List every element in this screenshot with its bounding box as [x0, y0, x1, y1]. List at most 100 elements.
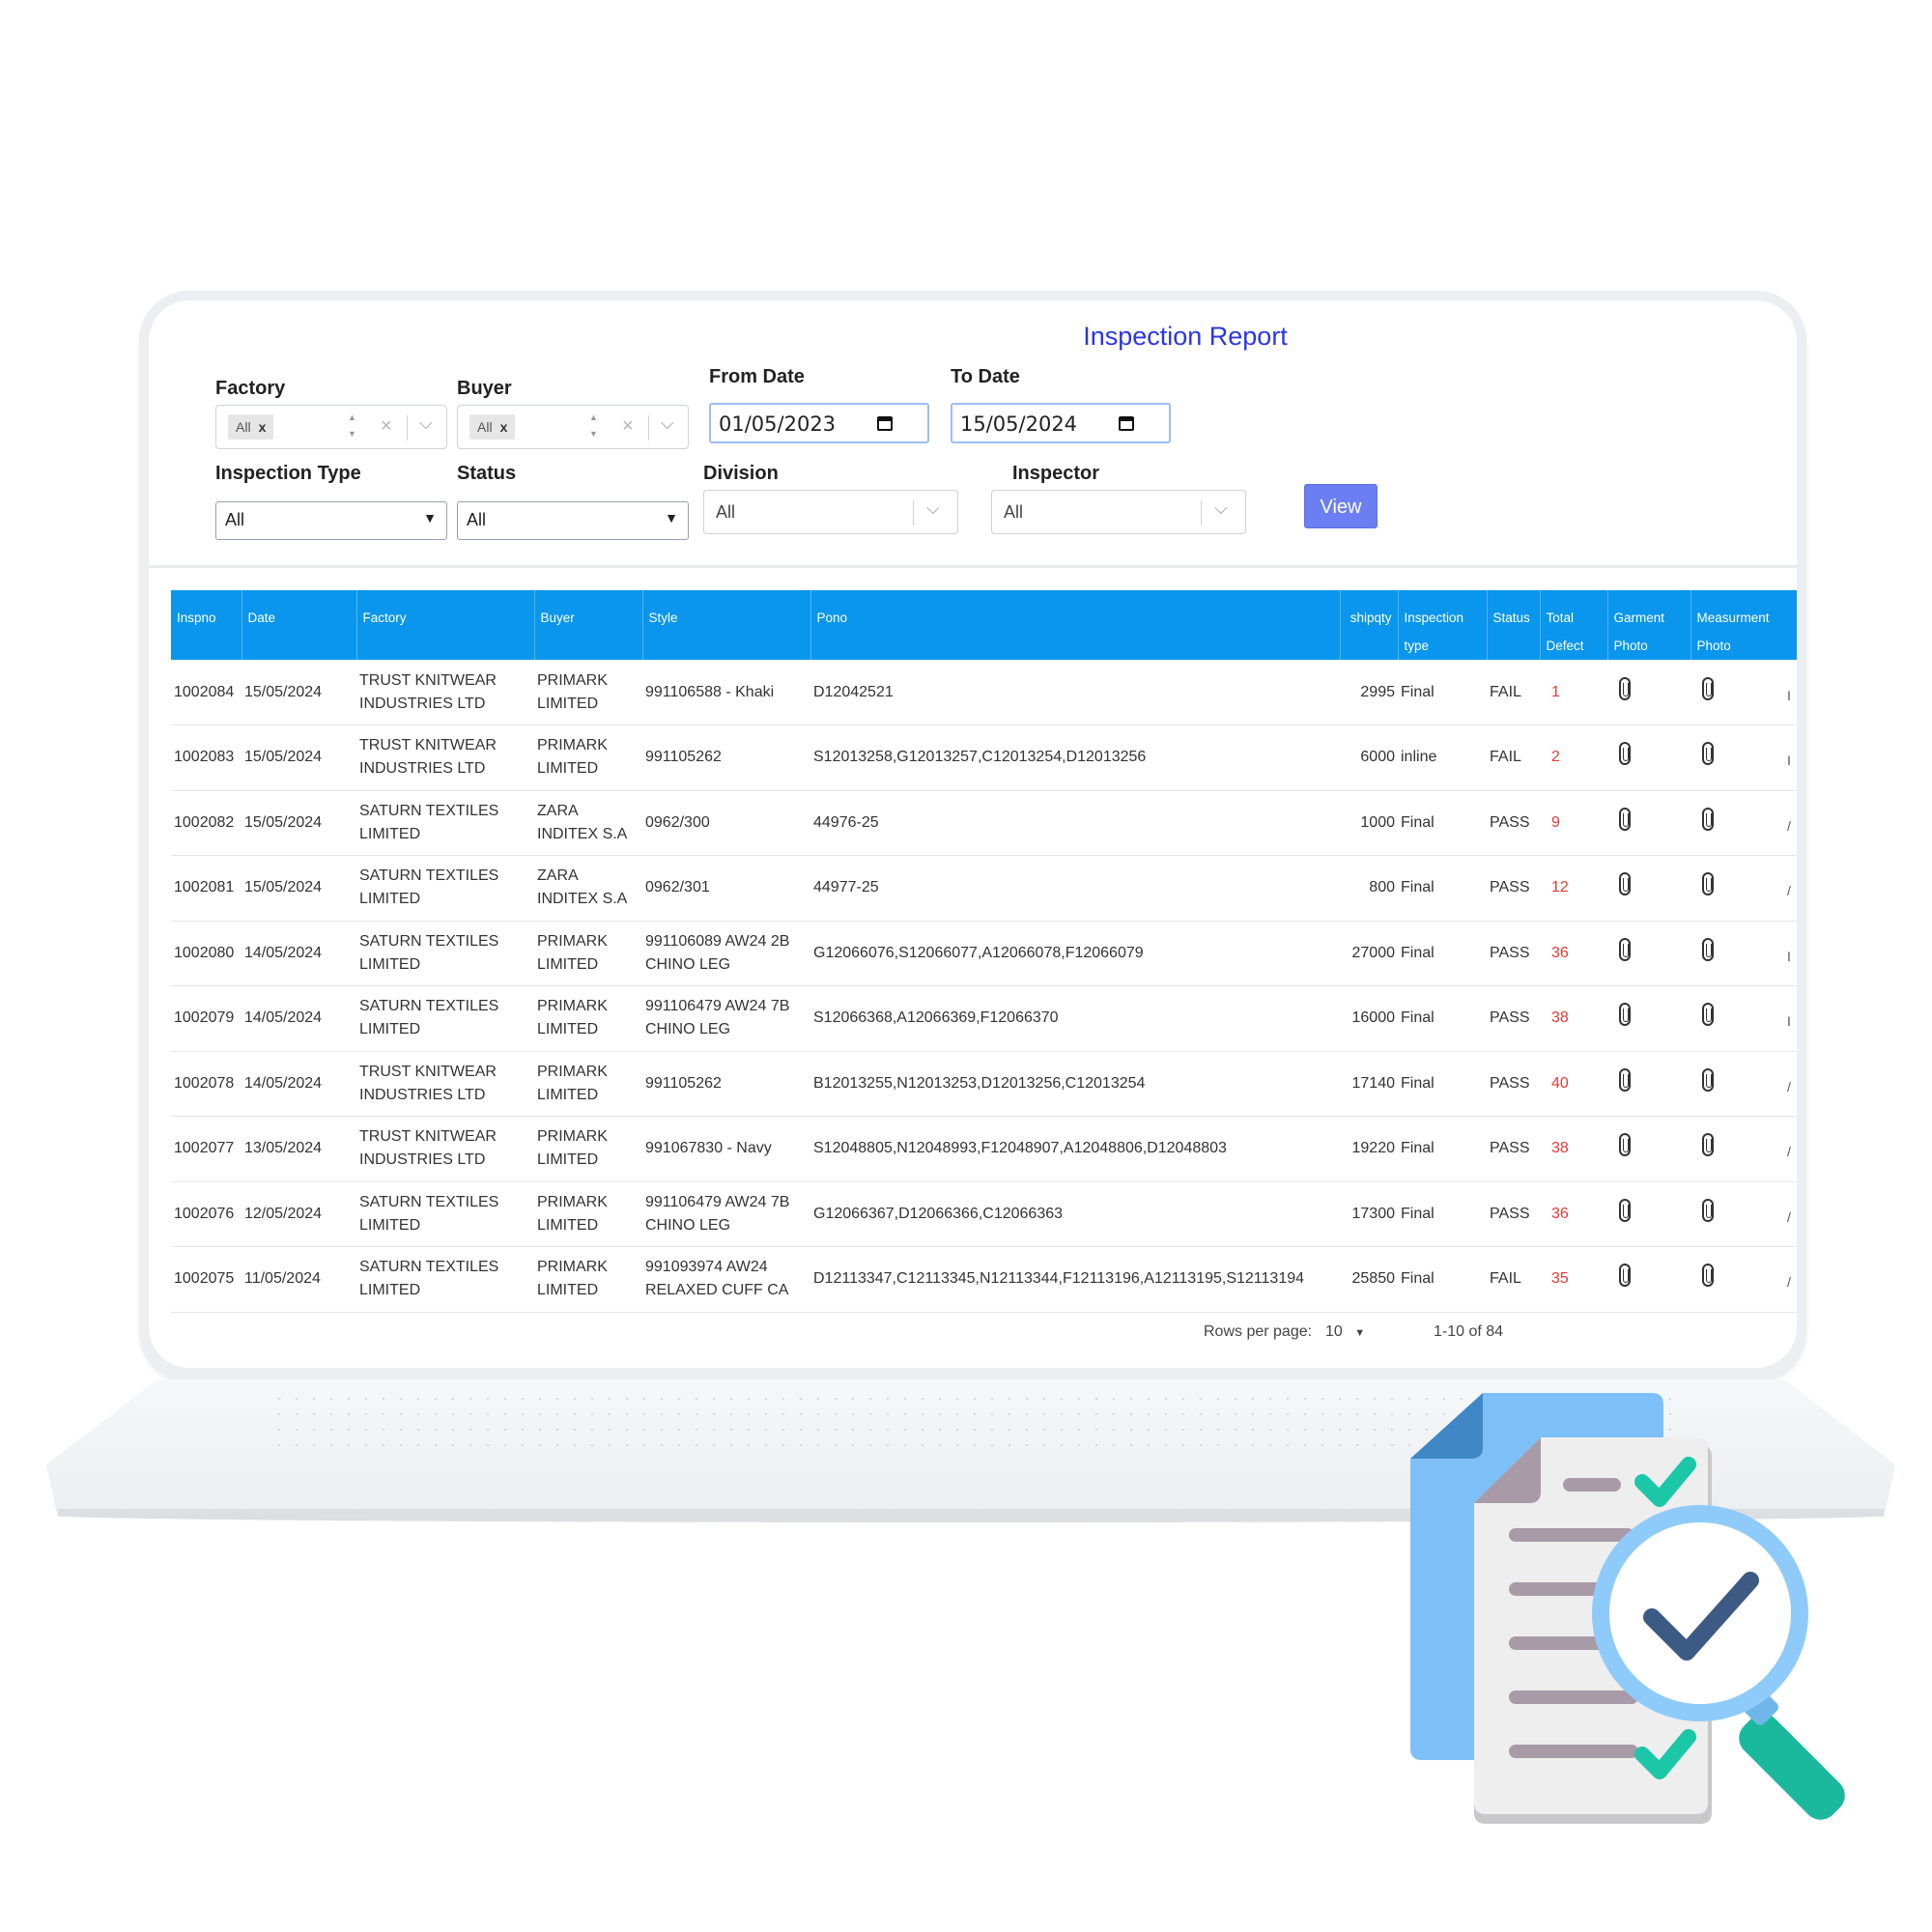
table-row[interactable]: 1002076 12/05/2024 SATURN TEXTILES LIMITED… — [171, 1181, 1797, 1247]
cell-garment-photo — [1607, 1051, 1690, 1117]
cell-measurement-photo: / — [1690, 1116, 1797, 1182]
from-date-input[interactable]: 01/05/2023 — [709, 403, 929, 443]
attachment-icon[interactable] — [1702, 1264, 1714, 1288]
attachment-icon[interactable] — [1619, 1133, 1631, 1157]
table-row[interactable]: 1002083 15/05/2024 TRUST KNITWEAR INDUSTRI… — [171, 724, 1797, 791]
clear-icon[interactable]: × — [622, 415, 634, 438]
attachment-icon[interactable] — [1619, 937, 1631, 961]
buyer-chip-label: All — [477, 419, 493, 435]
chevron-down-icon: ▼ — [423, 510, 437, 526]
truncated-cell-text: I — [1787, 948, 1791, 964]
factory-multiselect[interactable]: All x ▲ ▼ × ⌵ — [215, 405, 447, 449]
col-header-measurement-photo[interactable]: Measurment Photo — [1690, 590, 1797, 660]
attachment-icon[interactable] — [1619, 807, 1631, 831]
attachment-icon[interactable] — [1702, 937, 1714, 961]
attachment-icon[interactable] — [1619, 1003, 1631, 1027]
table-row[interactable]: 1002078 14/05/2024 TRUST KNITWEAR INDUSTRI… — [171, 1051, 1797, 1117]
table-row[interactable]: 1002075 11/05/2024 SATURN TEXTILES LIMITED… — [171, 1246, 1797, 1313]
cell-style: 991106089 AW24 2B CHINO LEG — [642, 921, 810, 986]
inspector-label: Inspector — [1012, 463, 1100, 484]
view-button[interactable]: View — [1304, 484, 1378, 528]
cell-pono: S12048805,N12048993,F12048907,A12048806,… — [810, 1116, 1340, 1182]
spinner-icon[interactable]: ▲ ▼ — [589, 410, 598, 442]
spinner-icon[interactable]: ▲ ▼ — [348, 410, 356, 442]
cell-measurement-photo: / — [1690, 855, 1797, 922]
col-header-date[interactable]: Date — [242, 590, 357, 660]
attachment-icon[interactable] — [1702, 1133, 1714, 1157]
cell-shipqty: 17300 — [1340, 1181, 1398, 1247]
col-header-pono[interactable]: Pono — [810, 590, 1341, 660]
to-date-input[interactable]: 15/05/2024 — [951, 403, 1171, 443]
buyer-chip: All x — [469, 414, 516, 440]
col-header-total-defect[interactable]: Total Defect — [1540, 590, 1608, 660]
divider — [149, 565, 1797, 568]
chip-remove-icon[interactable]: x — [500, 419, 508, 435]
attachment-icon[interactable] — [1702, 807, 1714, 831]
calendar-icon[interactable] — [877, 416, 893, 431]
cell-inspection-type: Final — [1398, 1116, 1487, 1182]
cell-measurement-photo: / — [1690, 1051, 1797, 1117]
cell-date: 14/05/2024 — [242, 985, 356, 1052]
attachment-icon[interactable] — [1619, 742, 1631, 766]
attachment-icon[interactable] — [1619, 1198, 1631, 1222]
rows-per-page-select[interactable]: 10 ▼ — [1325, 1323, 1365, 1341]
col-header-inspection-type[interactable]: Inspection type — [1398, 590, 1488, 660]
cell-inspection-type: Final — [1398, 985, 1487, 1052]
attachment-icon[interactable] — [1702, 742, 1714, 766]
cell-status: PASS — [1487, 921, 1540, 986]
inspector-dropdown[interactable]: All ⌵ — [991, 490, 1246, 534]
status-select[interactable]: All ▼ — [457, 501, 689, 540]
inspection-report-illustration — [1410, 1393, 1845, 1824]
attachment-icon[interactable] — [1702, 1198, 1714, 1222]
calendar-icon[interactable] — [1119, 416, 1134, 431]
cell-inspno: 1002080 — [171, 921, 242, 986]
cell-pono: 44977-25 — [810, 855, 1340, 922]
factory-chip: All x — [228, 414, 274, 440]
attachment-icon[interactable] — [1702, 872, 1714, 896]
table-row[interactable]: 1002081 15/05/2024 SATURN TEXTILES LIMITED… — [171, 855, 1797, 922]
col-header-garment-photo[interactable]: Garment Photo — [1607, 590, 1691, 660]
cell-inspno: 1002077 — [171, 1116, 242, 1182]
attachment-icon[interactable] — [1619, 676, 1631, 700]
col-header-style[interactable]: Style — [642, 590, 811, 660]
cell-inspection-type: Final — [1398, 855, 1487, 922]
inspection-table: Inspno Date Factory Buyer Style Pono shi… — [171, 590, 1797, 1313]
table-row[interactable]: 1002080 14/05/2024 SATURN TEXTILES LIMITED… — [171, 921, 1797, 986]
attachment-icon[interactable] — [1702, 676, 1714, 700]
table-row[interactable]: 1002079 14/05/2024 SATURN TEXTILES LIMITED… — [171, 985, 1797, 1052]
cell-inspection-type: Final — [1398, 921, 1487, 986]
col-header-status[interactable]: Status — [1487, 590, 1541, 660]
col-header-buyer[interactable]: Buyer — [534, 590, 643, 660]
attachment-icon[interactable] — [1619, 872, 1631, 896]
cell-factory: TRUST KNITWEAR INDUSTRIES LTD — [356, 1051, 534, 1117]
col-header-shipqty[interactable]: shipqty — [1340, 590, 1399, 660]
attachment-icon[interactable] — [1702, 1003, 1714, 1027]
truncated-cell-text: / — [1787, 1274, 1791, 1291]
attachment-icon[interactable] — [1619, 1264, 1631, 1288]
attachment-icon[interactable] — [1619, 1067, 1631, 1092]
cell-date: 13/05/2024 — [242, 1116, 356, 1182]
table-row[interactable]: 1002077 13/05/2024 TRUST KNITWEAR INDUSTRI… — [171, 1116, 1797, 1182]
cell-shipqty: 6000 — [1340, 724, 1398, 791]
inspection-type-select[interactable]: All ▼ — [215, 501, 447, 540]
cell-total-defect: 36 — [1540, 921, 1607, 986]
division-value: All — [716, 502, 736, 522]
cell-measurement-photo: / — [1690, 1181, 1797, 1247]
division-dropdown[interactable]: All ⌵ — [703, 490, 958, 534]
chevron-down-icon[interactable]: ⌵ — [419, 413, 433, 434]
table-row[interactable]: 1002084 15/05/2024 TRUST KNITWEAR INDUSTRI… — [171, 660, 1797, 725]
cell-style: 991093974 AW24 RELAXED CUFF CA — [642, 1246, 810, 1313]
col-header-factory[interactable]: Factory — [356, 590, 535, 660]
inspection-type-label: Inspection Type — [215, 463, 361, 484]
clear-icon[interactable]: × — [381, 415, 392, 438]
table-row[interactable]: 1002082 15/05/2024 SATURN TEXTILES LIMITED… — [171, 790, 1797, 856]
to-date-value: 15/05/2024 — [960, 412, 1078, 436]
cell-buyer: ZARA INDITEX S.A — [534, 855, 642, 922]
chip-remove-icon[interactable]: x — [259, 419, 267, 435]
col-header-inspno[interactable]: Inspno — [171, 590, 242, 660]
chevron-down-icon[interactable]: ⌵ — [661, 413, 674, 434]
cell-factory: SATURN TEXTILES LIMITED — [356, 790, 534, 856]
attachment-icon[interactable] — [1702, 1067, 1714, 1092]
buyer-multiselect[interactable]: All x ▲ ▼ × ⌵ — [457, 405, 689, 449]
cell-inspno: 1002084 — [171, 660, 242, 725]
